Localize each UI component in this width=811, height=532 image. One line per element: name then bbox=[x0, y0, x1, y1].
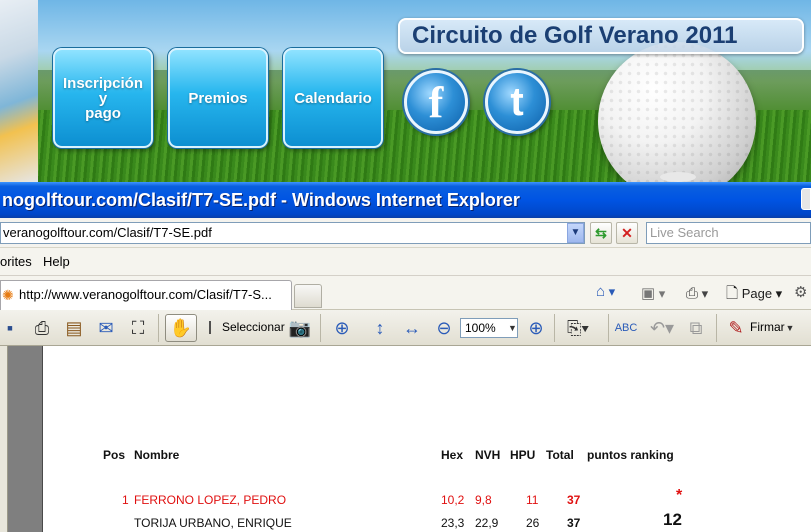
header-nvh: NVH bbox=[475, 448, 501, 462]
print-icon[interactable]: ⎙ ▾ bbox=[686, 286, 708, 302]
header-hpu: HPU bbox=[510, 448, 536, 462]
ie-window: nogolftour.com/Clasif/T7-SE.pdf - Window… bbox=[0, 182, 811, 532]
pdf-page: Pos Nombre Hex NVH HPU Total puntos rank… bbox=[42, 346, 811, 532]
menu-bar: orites Help bbox=[0, 248, 811, 276]
feeds-icon[interactable]: ▣ ▾ bbox=[641, 286, 665, 302]
page-icon: 🗋 bbox=[726, 285, 739, 302]
toolbar-separator bbox=[320, 314, 321, 342]
fit-height-icon[interactable]: ↕ bbox=[368, 316, 392, 340]
header-puntos: puntos ranking bbox=[587, 448, 674, 462]
table-row-hpu: 11 bbox=[526, 493, 539, 507]
sun-page-icon: ✺ bbox=[2, 287, 14, 303]
address-bar-row: veranogolftour.com/Clasif/T7-SE.pdf ▼ ⇆ … bbox=[0, 218, 811, 248]
header-pos: Pos bbox=[103, 448, 126, 462]
banner-left-strip bbox=[0, 0, 38, 182]
window-control-icon[interactable] bbox=[801, 188, 811, 210]
print-icon[interactable]: ⎙ bbox=[30, 316, 54, 340]
table-row-puntos: 12 bbox=[663, 510, 682, 529]
table-row-total: 37 bbox=[567, 493, 581, 507]
sign-label[interactable]: Firmar bbox=[750, 320, 785, 334]
table-row-hex: 23,3 bbox=[441, 516, 465, 530]
calendario-button[interactable]: Calendario bbox=[283, 48, 383, 148]
twitter-icon[interactable]: t bbox=[485, 70, 549, 134]
refresh-icon[interactable]: ⇆ bbox=[590, 222, 612, 244]
sign-dropdown-icon[interactable]: ▼ bbox=[784, 316, 796, 340]
snapshot-icon[interactable]: 📷 bbox=[288, 316, 312, 340]
pdf-viewer: Pos Nombre Hex NVH HPU Total puntos rank… bbox=[0, 346, 811, 532]
menu-help[interactable]: Help bbox=[43, 248, 70, 276]
zoom-in-icon[interactable]: ⊕ bbox=[330, 316, 354, 340]
save-icon[interactable]: ▪ bbox=[0, 316, 20, 340]
premios-button[interactable]: Premios bbox=[168, 48, 268, 148]
window-title: nogolftour.com/Clasif/T7-SE.pdf - Window… bbox=[2, 190, 520, 210]
zoom-out-minus-icon[interactable]: ⊖ bbox=[432, 316, 456, 340]
export-icon[interactable]: ⎘▾ bbox=[562, 316, 594, 340]
facebook-icon[interactable]: f bbox=[404, 70, 468, 134]
window-title-bar: nogolftour.com/Clasif/T7-SE.pdf - Window… bbox=[0, 182, 811, 218]
toolbar-separator bbox=[716, 314, 717, 342]
banner-title: Circuito de Golf Verano 2011 bbox=[398, 18, 804, 54]
toolbar-separator bbox=[608, 314, 609, 342]
table-row-total: 37 bbox=[567, 516, 581, 530]
toolbar-separator bbox=[554, 314, 555, 342]
home-icon[interactable]: ⌂ ▾ bbox=[596, 284, 615, 300]
header-nombre: Nombre bbox=[134, 448, 180, 462]
address-dropdown-icon[interactable]: ▼ bbox=[567, 223, 584, 243]
select-icon[interactable]: I bbox=[200, 316, 220, 340]
table-row-puntos: * bbox=[676, 487, 683, 504]
table-row-nombre: TORIJA URBANO, ENRIQUE bbox=[134, 516, 292, 530]
table-row-nvh: 9,8 bbox=[475, 493, 492, 507]
fit-width-icon[interactable]: ↔ bbox=[400, 316, 424, 340]
table-row-pos: 1 bbox=[122, 493, 129, 507]
golf-ball-image bbox=[598, 42, 756, 182]
tab-label: http://www.veranogolftour.com/Clasif/T7-… bbox=[19, 287, 272, 302]
address-input[interactable]: veranogolftour.com/Clasif/T7-SE.pdf bbox=[0, 222, 585, 244]
table-row-nvh: 22,9 bbox=[475, 516, 499, 530]
new-tab-button[interactable] bbox=[294, 284, 322, 308]
inscripcion-button[interactable]: Inscripción y pago bbox=[53, 48, 153, 148]
email-icon[interactable]: ✉ bbox=[94, 316, 118, 340]
table-row-nombre: FERRONO LOPEZ, PEDRO bbox=[134, 493, 287, 507]
golf-banner: Circuito de Golf Verano 2011 Inscripción… bbox=[0, 0, 811, 182]
zoom-dropdown-icon[interactable]: ▼ bbox=[508, 318, 517, 338]
sign-icon[interactable]: ✎ bbox=[724, 316, 748, 340]
zoom-plus-icon[interactable]: ⊕ bbox=[524, 316, 548, 340]
spell-icon[interactable]: ABC bbox=[614, 316, 638, 340]
header-total: Total bbox=[546, 448, 574, 462]
page-menu[interactable]: 🗋 Page ▾ bbox=[726, 286, 782, 302]
toolbar-separator bbox=[158, 314, 159, 342]
stop-icon[interactable]: ✕ bbox=[616, 222, 638, 244]
pages-icon[interactable]: ▤ bbox=[62, 316, 86, 340]
find-icon[interactable]: ⛶ bbox=[126, 316, 150, 340]
tab-pdf[interactable]: ✺ http://www.veranogolftour.com/Clasif/T… bbox=[0, 280, 292, 310]
tools-icon[interactable]: ⚙ bbox=[794, 285, 807, 301]
menu-favorites[interactable]: orites bbox=[0, 248, 32, 276]
hand-icon[interactable]: ✋ bbox=[165, 314, 197, 342]
table-row-hpu: 26 bbox=[526, 516, 540, 530]
copy-icon[interactable]: ⧉ bbox=[684, 316, 708, 340]
pdf-navigation-pane[interactable] bbox=[0, 346, 8, 532]
table-row-hex: 10,2 bbox=[441, 493, 465, 507]
golf-tee-image bbox=[660, 172, 696, 182]
page-menu-label: Page bbox=[741, 286, 773, 301]
undo-icon[interactable]: ↶▾ bbox=[644, 316, 680, 340]
pdf-toolbar: ▪ ⎙ ▤ ✉ ⛶ ✋ I Seleccionar 📷 ⊕ ↕ ↔ ⊖ 100%… bbox=[0, 310, 811, 346]
search-input[interactable]: Live Search bbox=[646, 222, 811, 244]
header-hex: Hex bbox=[441, 448, 464, 462]
select-tool-label[interactable]: Seleccionar bbox=[222, 320, 285, 334]
